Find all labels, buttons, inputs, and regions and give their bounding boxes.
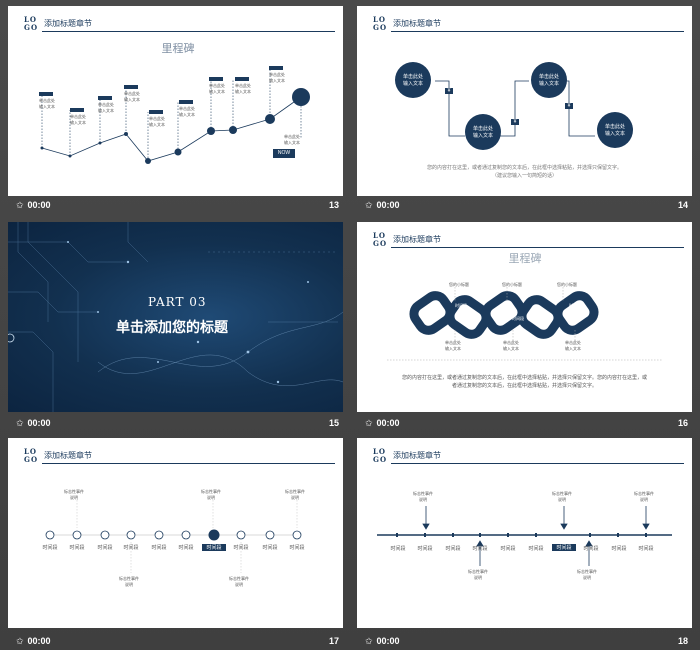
part-label: PART 03 xyxy=(148,295,207,309)
milestone-box xyxy=(124,85,138,89)
milestone-box xyxy=(70,108,84,112)
milestone-box xyxy=(39,92,53,96)
slide-bar-16: ✩ 00:00 16 xyxy=(365,418,688,428)
slide-number: 17 xyxy=(328,636,339,646)
tag-badge: ¥ xyxy=(565,103,573,109)
slide-bar-13: ✩ 00:00 13 xyxy=(16,200,339,210)
active-period: 时间段 xyxy=(202,544,226,551)
star-icon: ✩ xyxy=(365,200,373,210)
slide-number: 15 xyxy=(328,418,339,428)
slide-number: 13 xyxy=(328,200,339,210)
slide-bar-14: ✩ 00:00 14 xyxy=(365,200,688,210)
slide-15[interactable]: PART 03 单击添加您的标题 xyxy=(8,222,343,412)
milestone-box xyxy=(235,77,249,81)
star-icon: ✩ xyxy=(16,200,24,210)
tag-badge: ¥ xyxy=(511,119,519,125)
star-icon: ✩ xyxy=(365,418,373,428)
slide-17[interactable]: LO GO 添加标题章节 标志性事件 说明 标志性事件 说明 标志性事件 说明 标志性事… xyxy=(8,438,343,628)
slide-bar-18: ✩ 00:00 18 xyxy=(365,636,688,646)
milestone-box xyxy=(269,66,283,70)
active-period: 时间段 xyxy=(552,544,576,551)
star-icon: ✩ xyxy=(365,636,373,646)
process-circle: 单击此处 输入文本 xyxy=(597,112,633,148)
milestone-box xyxy=(209,77,223,81)
process-circle: 单击此处 输入文本 xyxy=(465,114,501,150)
now-badge: NOW xyxy=(273,149,295,158)
slide-title: 单击添加您的标题 xyxy=(116,319,228,335)
slide-14[interactable]: LO GO 添加标题章节 单击此处 输入文本 单击此处 输入文本 单击此处 输入文本 单… xyxy=(357,6,692,196)
tag-badge: ¥ xyxy=(445,88,453,94)
slide-number: 14 xyxy=(677,200,688,210)
slide-13[interactable]: LO GO 添加标题章节 里程碑 单击此处 输入文本 单击此处 输入文本 单击此… xyxy=(8,6,343,196)
slide-18[interactable]: LO GO 添加标题章节 标志性事件 说明 标志性事件 说明 标志性事件 说明 标志性事… xyxy=(357,438,692,628)
milestone-box xyxy=(98,96,112,100)
slide-number: 16 xyxy=(677,418,688,428)
star-icon: ✩ xyxy=(16,418,24,428)
timeline-circles xyxy=(45,500,302,573)
milestone-line-chart xyxy=(40,68,310,164)
slide-number: 18 xyxy=(677,636,688,646)
process-circle: 单击此处 输入文本 xyxy=(395,62,431,98)
milestone-box xyxy=(149,110,163,114)
star-icon: ✩ xyxy=(16,636,24,646)
timeline-arrows xyxy=(377,506,672,566)
slide-16[interactable]: LO GO 添加标题章节 里程碑 您的小标题 您的小标题 您的小标题 时间段 时间… xyxy=(357,222,692,412)
description: 您的内容打在这里，或者通过复制您的文本后，在此框中选择粘贴，并选择只保留文字。（… xyxy=(426,165,622,179)
description: 您的内容打在这里，或者通过复制您的文本后，在此框中选择粘贴，并选择只保留文字。您… xyxy=(401,375,647,389)
slide-bar-15: ✩ 00:00 15 xyxy=(16,418,339,428)
milestone-box xyxy=(179,100,193,104)
process-circle: 单击此处 输入文本 xyxy=(531,62,567,98)
slide-bar-17: ✩ 00:00 17 xyxy=(16,636,339,646)
